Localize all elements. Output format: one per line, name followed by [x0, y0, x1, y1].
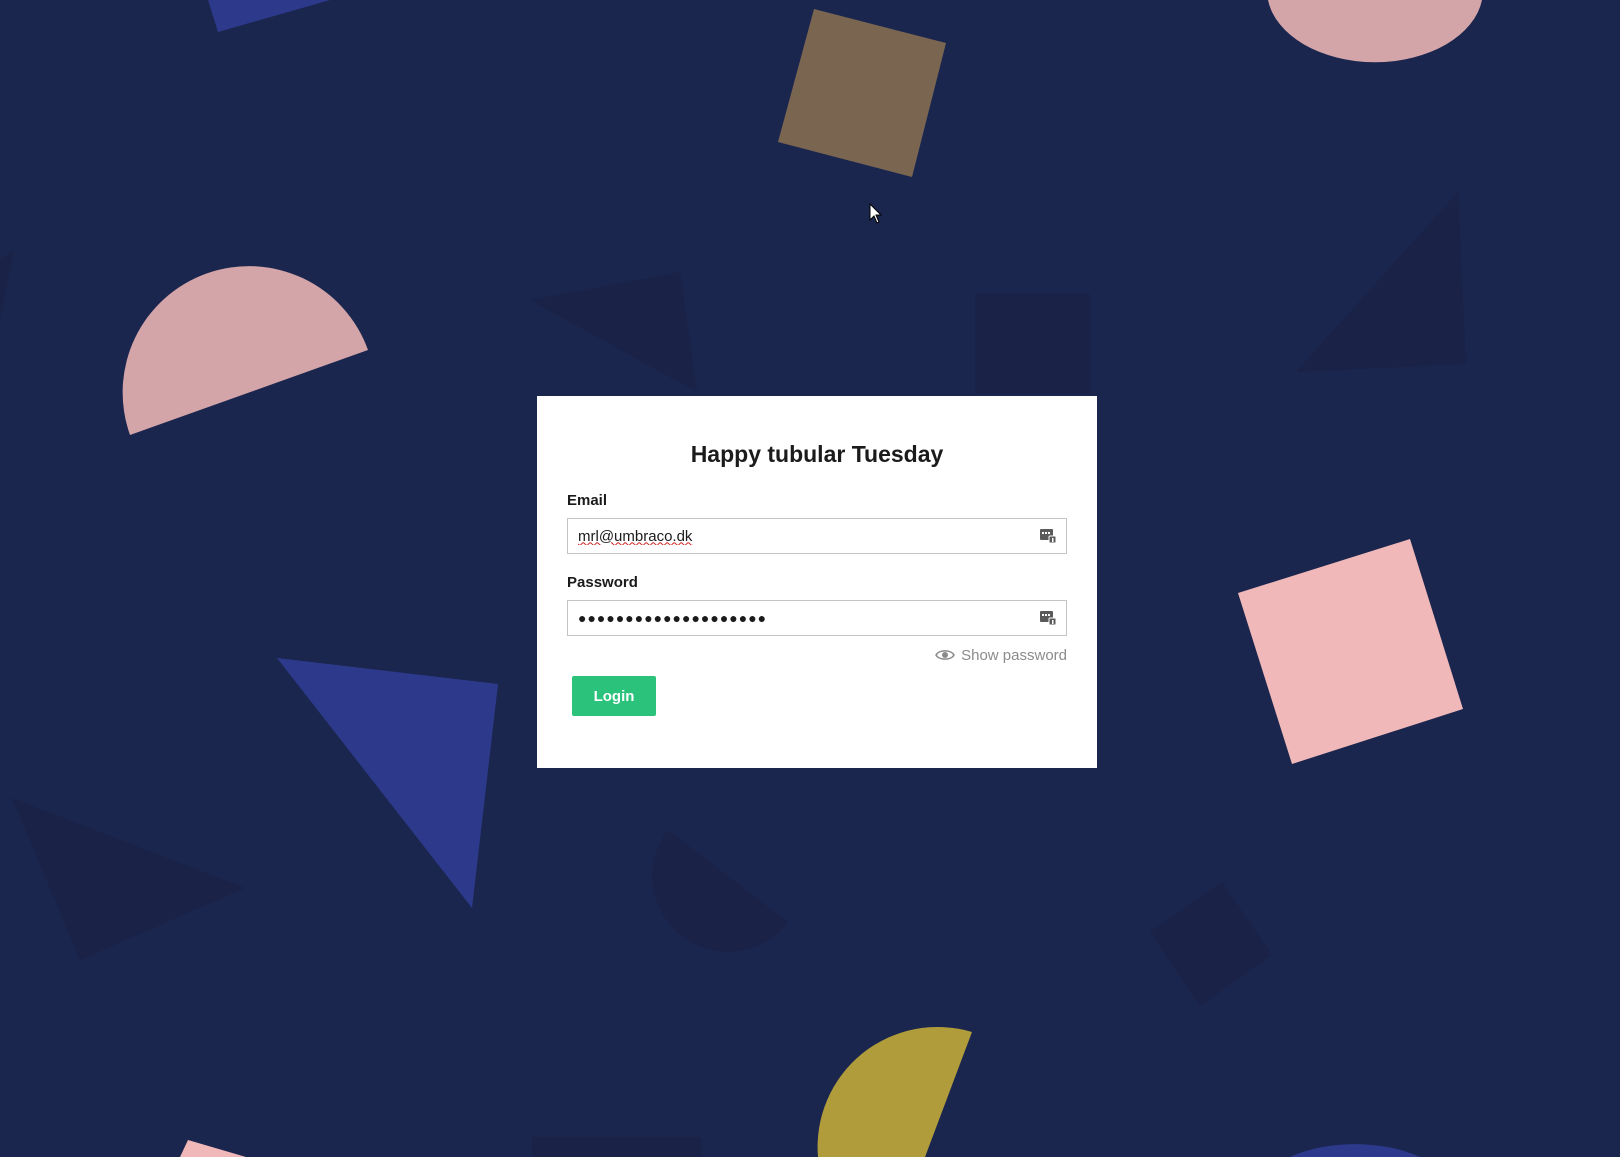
login-page: Happy tubular Tuesday Email Password [0, 0, 1620, 1157]
email-label: Email [567, 492, 608, 509]
mouse-pointer-icon [869, 203, 883, 224]
bg-shape-dark-triangle-left [12, 798, 245, 960]
bg-shape-brown-square [778, 9, 946, 177]
bg-shape-pink-circle-top [1268, 0, 1482, 63]
email-field[interactable] [568, 519, 1066, 553]
autofill-key-icon[interactable] [1040, 611, 1056, 625]
login-card: Happy tubular Tuesday Email Password [537, 396, 1097, 768]
eye-icon [935, 650, 955, 660]
show-password-label: Show password [961, 646, 1067, 664]
password-field-wrapper [567, 600, 1067, 636]
bg-shape-pink-semicircle [122, 266, 368, 435]
bg-shape-dark-triangle-right [1296, 192, 1466, 372]
bg-shape-dark-diamond [1150, 882, 1272, 1006]
bg-shape-blue-semicircle-bottom [1290, 1144, 1420, 1157]
password-label: Password [567, 574, 638, 591]
bg-shape-dark-bottom [532, 1137, 702, 1157]
bg-shape-dark-triangle [530, 272, 697, 392]
password-field[interactable] [568, 601, 1066, 635]
bg-shape-dark-edge [0, 250, 14, 320]
bg-shape-blue-top [208, 0, 330, 32]
show-password-toggle[interactable]: Show password [567, 646, 1067, 664]
bg-shape-salmon-square [1238, 539, 1463, 764]
greeting-title: Happy tubular Tuesday [690, 441, 944, 467]
bg-shape-blue-triangle [277, 658, 498, 908]
bg-shape-mustard-semicircle [817, 1026, 972, 1157]
bg-shape-dark-semicircle [652, 830, 788, 952]
login-button[interactable]: Login [572, 676, 656, 716]
autofill-key-icon[interactable] [1040, 529, 1056, 543]
bg-shape-salmon-bottom [180, 1140, 246, 1157]
email-field-wrapper [567, 518, 1067, 554]
bg-shape-dark-square [975, 294, 1090, 394]
